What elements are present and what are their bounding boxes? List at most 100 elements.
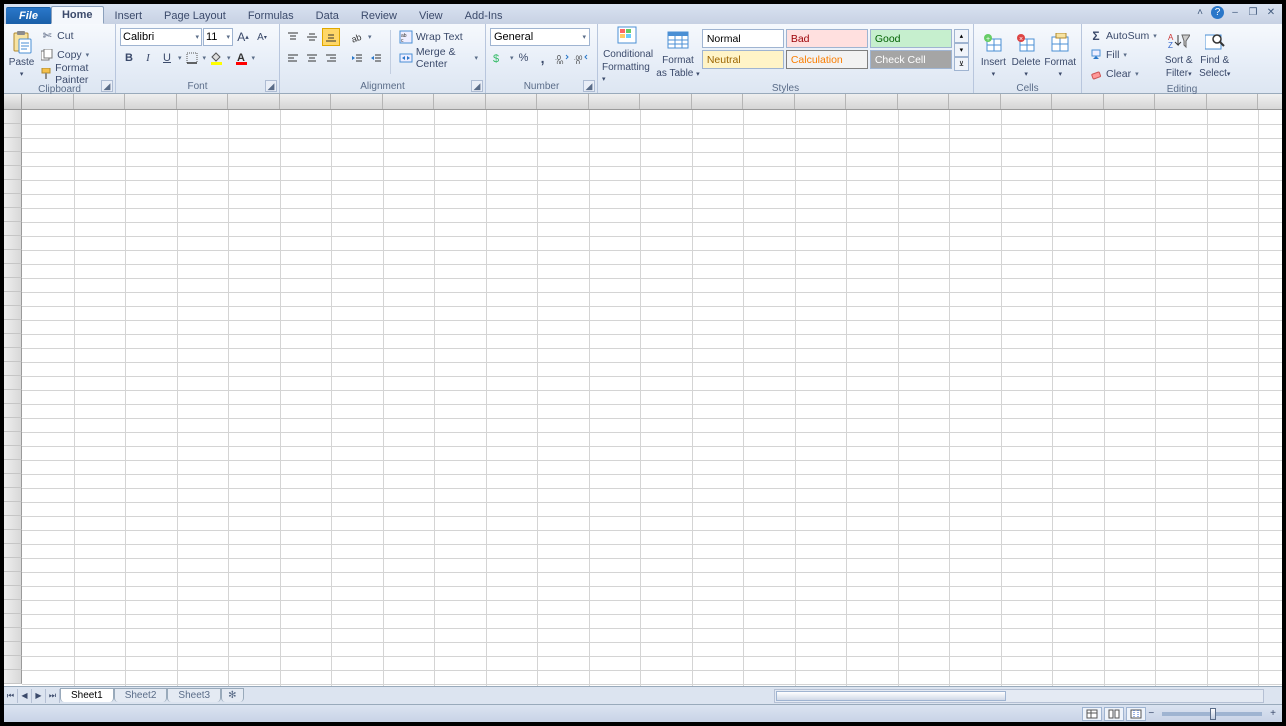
column-header[interactable] <box>125 94 177 109</box>
row-header[interactable] <box>4 600 22 614</box>
format-painter-button[interactable]: Format Painter <box>37 65 111 83</box>
row-header[interactable] <box>4 362 22 376</box>
row-header[interactable] <box>4 586 22 600</box>
column-header[interactable] <box>331 94 383 109</box>
orientation-button[interactable]: ab <box>348 28 366 46</box>
tab-home[interactable]: Home <box>51 6 104 24</box>
row-header[interactable] <box>4 180 22 194</box>
column-header[interactable] <box>228 94 280 109</box>
sort-filter-button[interactable]: AZ Sort & Filter▾ <box>1162 26 1196 82</box>
tab-view[interactable]: View <box>408 7 454 24</box>
column-header[interactable] <box>74 94 126 109</box>
row-header[interactable] <box>4 166 22 180</box>
row-header[interactable] <box>4 208 22 222</box>
sheet-tab-3[interactable]: Sheet3 <box>167 688 221 702</box>
row-header[interactable] <box>4 264 22 278</box>
increase-decimal-button[interactable]: .0.00 <box>553 49 571 67</box>
row-header[interactable] <box>4 642 22 656</box>
row-header[interactable] <box>4 530 22 544</box>
column-header[interactable] <box>177 94 229 109</box>
column-header[interactable] <box>795 94 847 109</box>
font-name-combo[interactable]: Calibri▾ <box>120 28 202 46</box>
alignment-launcher[interactable]: ◢ <box>471 80 483 92</box>
delete-cells-button[interactable]: × Delete▾ <box>1011 26 1042 82</box>
row-header[interactable] <box>4 544 22 558</box>
window-restore-icon[interactable]: ❐ <box>1246 6 1260 19</box>
row-header[interactable] <box>4 502 22 516</box>
column-header[interactable] <box>589 94 641 109</box>
tab-addins[interactable]: Add-Ins <box>454 7 514 24</box>
row-header[interactable] <box>4 404 22 418</box>
borders-button[interactable] <box>183 49 201 67</box>
styles-scroll-down[interactable]: ▾ <box>954 43 969 57</box>
row-header[interactable] <box>4 306 22 320</box>
style-good[interactable]: Good <box>870 29 952 48</box>
styles-scroll-up[interactable]: ▴ <box>954 29 969 43</box>
accounting-button[interactable]: $ <box>490 49 508 67</box>
hscroll-thumb[interactable] <box>776 691 1006 701</box>
italic-button[interactable]: I <box>139 49 157 67</box>
column-header[interactable] <box>280 94 332 109</box>
sheet-nav-next[interactable]: ▶ <box>32 689 46 703</box>
align-center-button[interactable] <box>303 49 321 67</box>
clipboard-launcher[interactable]: ◢ <box>101 80 113 92</box>
column-header[interactable] <box>898 94 950 109</box>
row-header[interactable] <box>4 194 22 208</box>
row-header[interactable] <box>4 516 22 530</box>
column-header[interactable] <box>1104 94 1156 109</box>
row-header[interactable] <box>4 460 22 474</box>
row-header[interactable] <box>4 376 22 390</box>
decrease-indent-button[interactable] <box>348 49 366 67</box>
wrap-text-button[interactable]: abc Wrap Text <box>396 28 481 46</box>
styles-more[interactable]: ⊻ <box>954 57 969 71</box>
number-launcher[interactable]: ◢ <box>583 80 595 92</box>
minimize-ribbon-icon[interactable]: ˄ <box>1193 6 1207 19</box>
style-check-cell[interactable]: Check Cell <box>870 50 952 69</box>
page-layout-view-button[interactable] <box>1104 707 1124 721</box>
align-right-button[interactable] <box>322 49 340 67</box>
decrease-decimal-button[interactable]: .00.0 <box>572 49 590 67</box>
select-all-corner[interactable] <box>4 94 22 109</box>
align-left-button[interactable] <box>284 49 302 67</box>
format-cells-button[interactable]: Format▾ <box>1043 26 1077 82</box>
horizontal-scrollbar[interactable] <box>774 689 1264 703</box>
row-header[interactable] <box>4 614 22 628</box>
row-header[interactable] <box>4 292 22 306</box>
zoom-slider[interactable] <box>1162 712 1262 716</box>
underline-button[interactable]: U <box>158 49 176 67</box>
column-header[interactable] <box>640 94 692 109</box>
column-header[interactable] <box>1001 94 1053 109</box>
insert-cells-button[interactable]: + Insert▾ <box>978 26 1009 82</box>
row-header[interactable] <box>4 474 22 488</box>
tab-page-layout[interactable]: Page Layout <box>153 7 237 24</box>
find-select-button[interactable]: Find & Select▾ <box>1198 26 1232 82</box>
column-header[interactable] <box>486 94 538 109</box>
column-header[interactable] <box>743 94 795 109</box>
align-middle-button[interactable] <box>303 28 321 46</box>
format-as-table-button[interactable]: Format as Table ▾ <box>656 26 700 82</box>
clear-button[interactable]: Clear▾ <box>1086 65 1160 83</box>
column-header[interactable] <box>434 94 486 109</box>
row-header[interactable] <box>4 334 22 348</box>
row-header[interactable] <box>4 572 22 586</box>
tab-formulas[interactable]: Formulas <box>237 7 305 24</box>
row-header[interactable] <box>4 628 22 642</box>
row-header[interactable] <box>4 110 22 124</box>
zoom-out-button[interactable]: − <box>1148 708 1154 719</box>
merge-center-button[interactable]: Merge & Center▾ <box>396 49 481 67</box>
shrink-font-button[interactable]: A▾ <box>253 28 271 46</box>
row-header[interactable] <box>4 138 22 152</box>
row-header[interactable] <box>4 152 22 166</box>
row-header[interactable] <box>4 656 22 670</box>
column-header[interactable] <box>1052 94 1104 109</box>
row-header[interactable] <box>4 418 22 432</box>
row-header[interactable] <box>4 390 22 404</box>
row-header[interactable] <box>4 320 22 334</box>
autosum-button[interactable]: ΣAutoSum▾ <box>1086 27 1160 45</box>
percent-button[interactable]: % <box>515 49 533 67</box>
column-header[interactable] <box>383 94 435 109</box>
number-format-combo[interactable]: General▾ <box>490 28 590 46</box>
fill-color-button[interactable] <box>207 49 225 67</box>
column-header[interactable] <box>846 94 898 109</box>
style-bad[interactable]: Bad <box>786 29 868 48</box>
